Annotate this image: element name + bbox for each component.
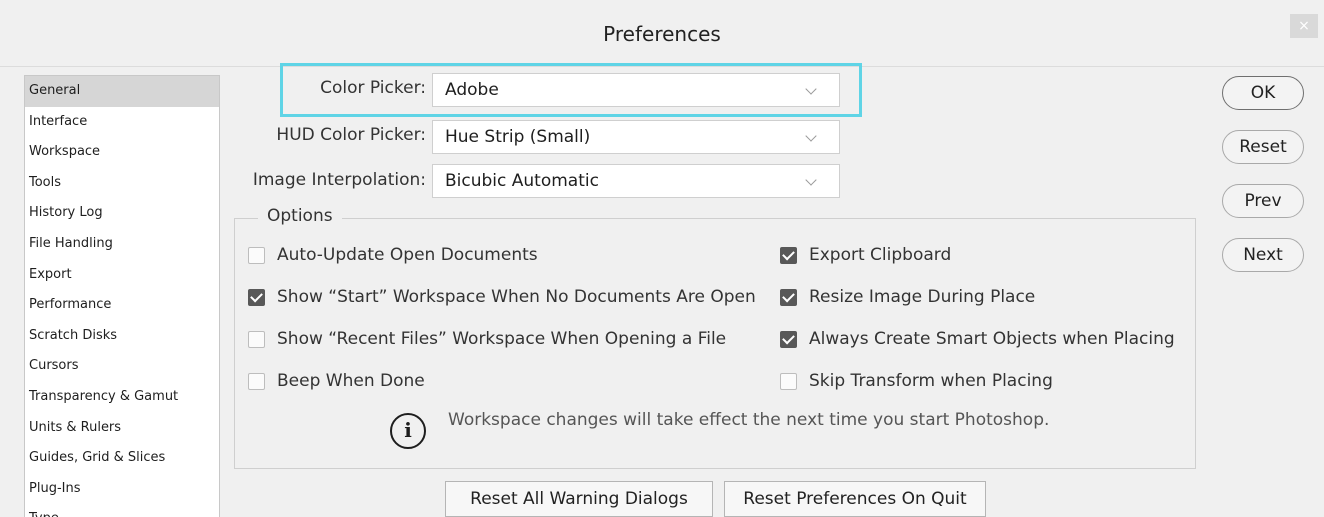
chevron-down-icon: [805, 130, 817, 142]
chevron-down-icon: [805, 83, 817, 95]
skip-transform-when-placing-checkbox[interactable]: Skip Transform when Placing: [780, 369, 1053, 393]
checkbox-box[interactable]: [248, 372, 265, 390]
reset-preferences-on-quit-button[interactable]: Reset Preferences On Quit: [724, 481, 986, 517]
sidebar-item-interface[interactable]: Interface: [25, 107, 219, 138]
dialog-title: Preferences: [603, 22, 721, 46]
checkbox-label: Beep When Done: [277, 371, 425, 391]
sidebar-item-transparency-gamut[interactable]: Transparency & Gamut: [25, 382, 219, 413]
checkbox-box[interactable]: [248, 246, 265, 264]
checkbox-box[interactable]: [248, 330, 265, 348]
checkbox-box[interactable]: [780, 288, 797, 306]
checkbox-label: Auto-Update Open Documents: [277, 245, 538, 265]
color-picker-value: Adobe: [445, 80, 499, 100]
options-legend: Options: [258, 206, 342, 226]
image-interpolation-select[interactable]: Bicubic Automatic: [432, 164, 840, 198]
prev-button[interactable]: Prev: [1222, 184, 1304, 218]
image-interpolation-value: Bicubic Automatic: [445, 171, 599, 191]
sidebar-item-guides-grid-slices[interactable]: Guides, Grid & Slices: [25, 443, 219, 474]
checkbox-label: Always Create Smart Objects when Placing: [809, 329, 1175, 349]
info-icon: i: [390, 413, 426, 449]
hud-color-picker-label: HUD Color Picker:: [276, 125, 426, 145]
image-interpolation-label: Image Interpolation:: [252, 170, 426, 190]
preferences-dialog: Preferences × General Interface Workspac…: [0, 0, 1324, 517]
checkbox-box[interactable]: [780, 246, 797, 264]
beep-when-done-checkbox[interactable]: Beep When Done: [248, 369, 425, 393]
sidebar-item-plug-ins[interactable]: Plug-Ins: [25, 474, 219, 505]
show-recent-files-workspace-checkbox[interactable]: Show “Recent Files” Workspace When Openi…: [248, 327, 726, 351]
checkbox-box[interactable]: [248, 288, 265, 306]
sidebar-item-general[interactable]: General: [25, 76, 219, 107]
sidebar-item-performance[interactable]: Performance: [25, 290, 219, 321]
workspace-info-text: Workspace changes will take effect the n…: [448, 410, 1050, 430]
sidebar-item-history-log[interactable]: History Log: [25, 198, 219, 229]
checkbox-label: Show “Start” Workspace When No Documents…: [277, 287, 756, 307]
checkbox-label: Resize Image During Place: [809, 287, 1036, 307]
ok-button[interactable]: OK: [1222, 76, 1304, 110]
sidebar-item-scratch-disks[interactable]: Scratch Disks: [25, 321, 219, 352]
sidebar-item-units-rulers[interactable]: Units & Rulers: [25, 413, 219, 444]
hud-color-picker-value: Hue Strip (Small): [445, 127, 591, 147]
checkbox-box[interactable]: [780, 372, 797, 390]
checkbox-label: Export Clipboard: [809, 245, 952, 265]
reset-button[interactable]: Reset: [1222, 130, 1304, 164]
sidebar-item-type[interactable]: Type: [25, 504, 219, 517]
next-button[interactable]: Next: [1222, 238, 1304, 272]
checkbox-box[interactable]: [780, 330, 797, 348]
auto-update-open-documents-checkbox[interactable]: Auto-Update Open Documents: [248, 243, 538, 267]
hud-color-picker-select[interactable]: Hue Strip (Small): [432, 120, 840, 154]
preferences-category-list[interactable]: General Interface Workspace Tools Histor…: [24, 75, 220, 517]
resize-image-during-place-checkbox[interactable]: Resize Image During Place: [780, 285, 1035, 309]
sidebar-item-tools[interactable]: Tools: [25, 168, 219, 199]
sidebar-item-file-handling[interactable]: File Handling: [25, 229, 219, 260]
reset-all-warning-dialogs-button[interactable]: Reset All Warning Dialogs: [445, 481, 713, 517]
always-create-smart-objects-checkbox[interactable]: Always Create Smart Objects when Placing: [780, 327, 1175, 351]
show-start-workspace-checkbox[interactable]: Show “Start” Workspace When No Documents…: [248, 285, 756, 309]
title-bar[interactable]: Preferences ×: [0, 0, 1324, 67]
sidebar-item-export[interactable]: Export: [25, 260, 219, 291]
checkbox-label: Show “Recent Files” Workspace When Openi…: [277, 329, 727, 349]
export-clipboard-checkbox[interactable]: Export Clipboard: [780, 243, 951, 267]
sidebar-item-cursors[interactable]: Cursors: [25, 351, 219, 382]
color-picker-select[interactable]: Adobe: [432, 73, 840, 107]
sidebar-item-workspace[interactable]: Workspace: [25, 137, 219, 168]
color-picker-label: Color Picker:: [320, 78, 426, 98]
close-button[interactable]: ×: [1290, 14, 1318, 38]
chevron-down-icon: [805, 174, 817, 186]
checkbox-label: Skip Transform when Placing: [809, 371, 1053, 391]
